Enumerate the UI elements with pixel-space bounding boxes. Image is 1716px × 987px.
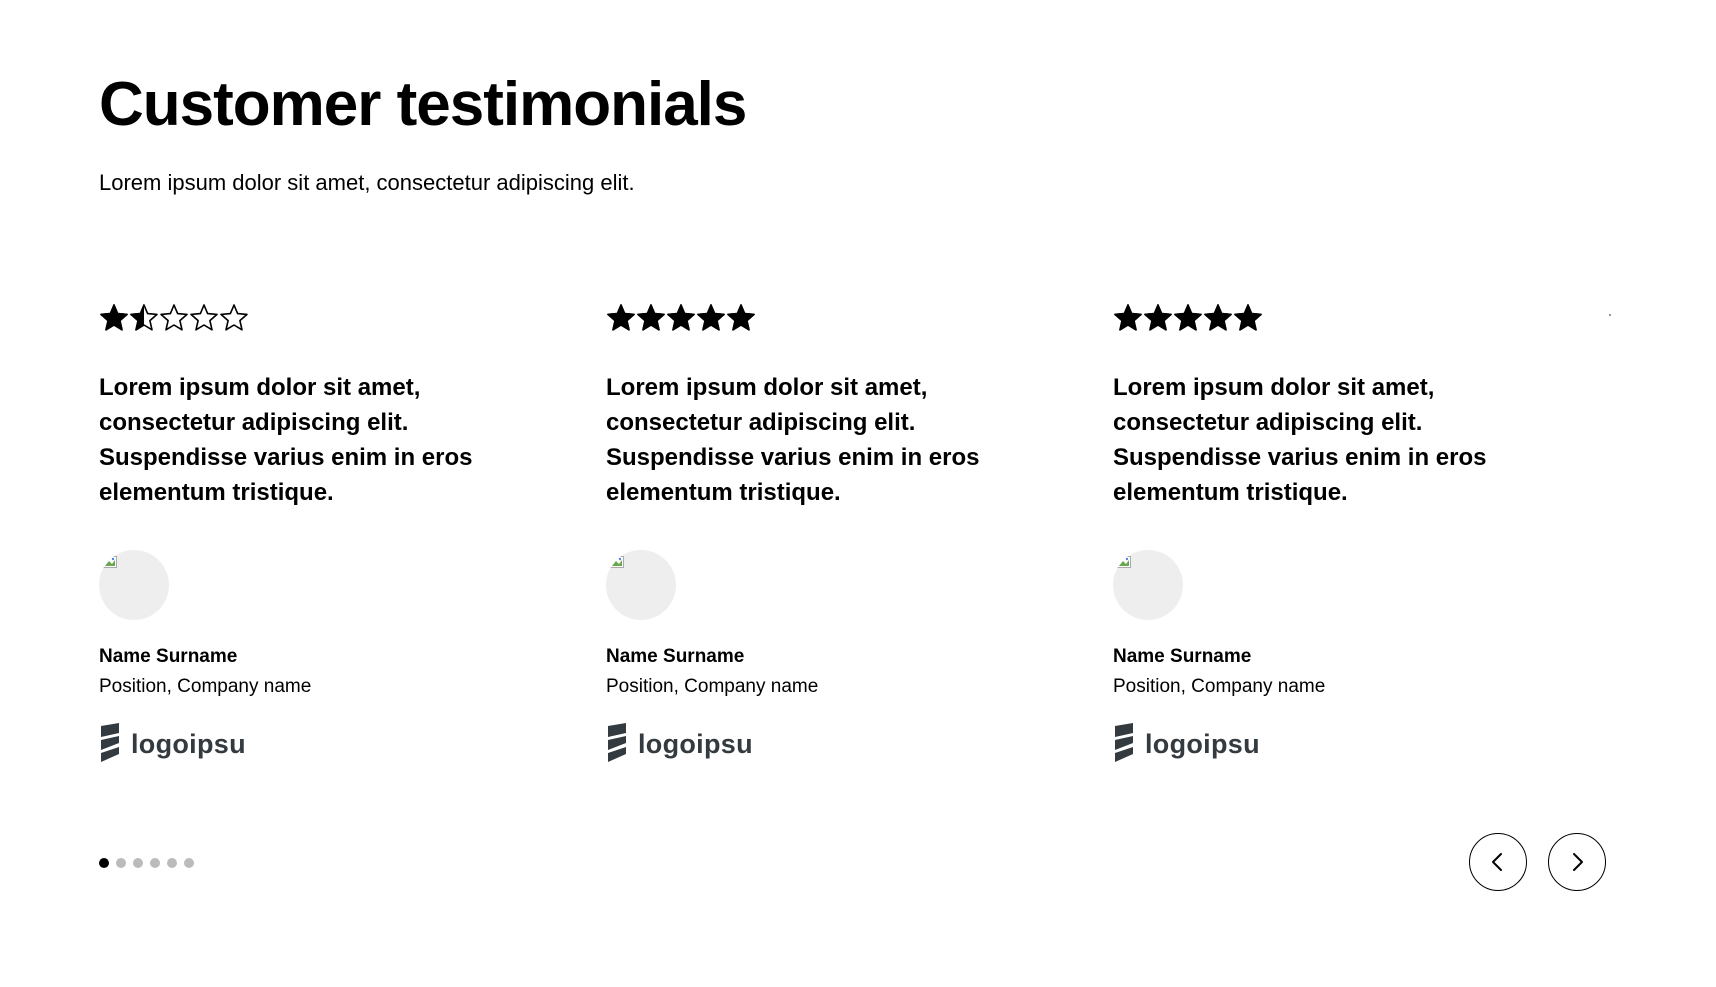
- star-filled-icon: [1143, 303, 1173, 333]
- company-logo: logoipsu: [1113, 722, 1533, 766]
- testimonials-page: Customer testimonials Lorem ipsum dolor …: [0, 0, 1716, 987]
- pagination-dot[interactable]: [167, 858, 177, 868]
- next-card-edge: [1609, 314, 1611, 316]
- pagination-dot[interactable]: [150, 858, 160, 868]
- next-slide-button[interactable]: [1548, 833, 1606, 891]
- testimonial-card: Lorem ipsum dolor sit amet, consectetur …: [99, 302, 519, 766]
- chevron-right-icon: [1573, 853, 1583, 871]
- star-filled-icon: [1203, 303, 1233, 333]
- star-rating: [606, 302, 1026, 334]
- chevron-left-icon: [1492, 853, 1502, 871]
- testimonial-quote: Lorem ipsum dolor sit amet, consectetur …: [99, 374, 473, 506]
- author-name: Name Surname: [99, 646, 238, 667]
- pagination-dot[interactable]: [184, 858, 194, 868]
- logo-text: logoipsu: [131, 728, 246, 759]
- author-position: Position, Company name: [99, 676, 312, 697]
- star-empty-icon: [219, 303, 249, 333]
- star-filled-icon: [99, 303, 129, 333]
- pagination-dot[interactable]: [116, 858, 126, 868]
- star-empty-icon: [159, 303, 189, 333]
- company-logo: logoipsu: [606, 722, 1026, 766]
- logo-text: logoipsu: [638, 728, 753, 759]
- previous-slide-button[interactable]: [1469, 833, 1527, 891]
- broken-image-icon: [103, 556, 117, 568]
- star-half-icon: [129, 303, 159, 333]
- avatar: [99, 550, 169, 620]
- page-title: Customer testimonials: [99, 70, 747, 139]
- testimonial-quote: Lorem ipsum dolor sit amet, consectetur …: [606, 374, 980, 506]
- logo-text: logoipsu: [1145, 728, 1260, 759]
- star-rating: [99, 302, 519, 334]
- carousel-pagination: [99, 858, 194, 868]
- star-filled-icon: [1113, 303, 1143, 333]
- star-rating: [1113, 302, 1533, 334]
- testimonial-card: Lorem ipsum dolor sit amet, consectetur …: [606, 302, 1026, 766]
- testimonial-carousel: Lorem ipsum dolor sit amet, consectetur …: [99, 302, 1609, 782]
- star-filled-icon: [1233, 303, 1263, 333]
- pagination-dot[interactable]: [133, 858, 143, 868]
- logo-mark-icon: [1113, 723, 1135, 765]
- broken-image-icon: [610, 556, 624, 568]
- section-header: Customer testimonials Lorem ipsum dolor …: [99, 66, 747, 198]
- broken-image-icon: [1117, 556, 1131, 568]
- star-filled-icon: [606, 303, 636, 333]
- star-filled-icon: [726, 303, 756, 333]
- author-position: Position, Company name: [1113, 676, 1326, 697]
- logo-mark-icon: [606, 723, 628, 765]
- testimonial-card: Lorem ipsum dolor sit amet, consectetur …: [1113, 302, 1533, 766]
- pagination-dot[interactable]: [99, 858, 109, 868]
- company-logo: logoipsu: [99, 722, 519, 766]
- testimonial-quote: Lorem ipsum dolor sit amet, consectetur …: [1113, 374, 1487, 506]
- star-empty-icon: [189, 303, 219, 333]
- star-filled-icon: [636, 303, 666, 333]
- star-filled-icon: [666, 303, 696, 333]
- author-name: Name Surname: [1113, 646, 1252, 667]
- avatar: [1113, 550, 1183, 620]
- page-subtitle: Lorem ipsum dolor sit amet, consectetur …: [99, 170, 635, 195]
- star-filled-icon: [1173, 303, 1203, 333]
- author-position: Position, Company name: [606, 676, 819, 697]
- star-filled-icon: [696, 303, 726, 333]
- avatar: [606, 550, 676, 620]
- author-name: Name Surname: [606, 646, 745, 667]
- logo-mark-icon: [99, 723, 121, 765]
